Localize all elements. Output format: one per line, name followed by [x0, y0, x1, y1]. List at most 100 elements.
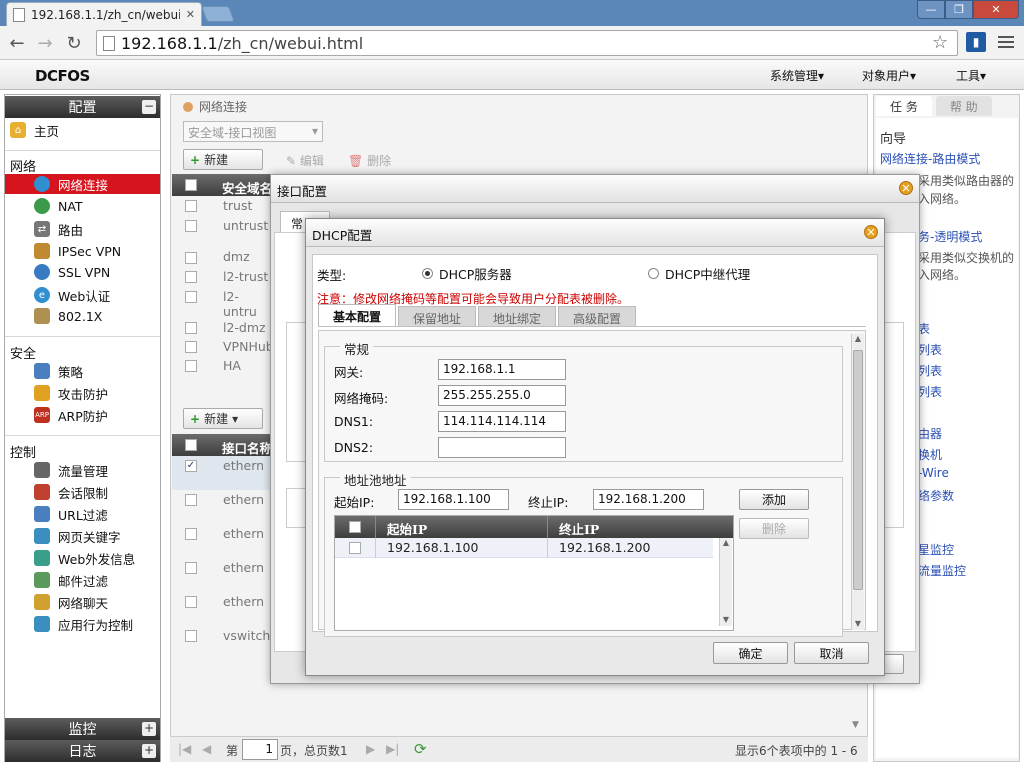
dns1-input[interactable]: 114.114.114.114 [438, 411, 566, 432]
end-ip-input[interactable]: 192.168.1.200 [593, 489, 704, 510]
task-link[interactable]: 列表 [918, 383, 942, 400]
start-ip-input[interactable]: 192.168.1.100 [398, 489, 509, 510]
close-icon[interactable]: ✕ [186, 8, 195, 21]
page-input[interactable]: 1 [242, 739, 278, 760]
dns2-input[interactable] [438, 437, 566, 458]
sidebar-item-home[interactable]: ⌂ 主页 [10, 120, 134, 140]
prev-page-icon[interactable]: ◀ [202, 742, 211, 756]
sidebar-item-route[interactable]: ⇄ 路由 [34, 219, 158, 239]
tab-advanced-config[interactable]: 高级配置 [558, 306, 637, 326]
collapse-icon[interactable]: − [142, 100, 156, 114]
table-row[interactable]: HA [223, 358, 241, 373]
row-checkbox[interactable] [185, 630, 197, 642]
tab-task[interactable]: 任 务 [876, 96, 932, 116]
sidebar-item-nat[interactable]: NAT [34, 196, 158, 216]
sidebar-monitor-header[interactable]: 监控 + [5, 718, 160, 740]
address-bar[interactable]: 192.168.1.1/zh_cn/webui.html [96, 30, 958, 56]
menu-objects-users[interactable]: 对象用户▾ [862, 67, 916, 84]
sidebar-item-8021x[interactable]: 802.1X [34, 306, 158, 326]
browser-menu-icon[interactable] [998, 34, 1014, 50]
table-row[interactable]: 192.168.1.100 192.168.1.200 [335, 538, 713, 558]
menu-system-admin[interactable]: 系统管理▾ [770, 67, 824, 84]
tab-address-binding[interactable]: 地址绑定 [478, 306, 557, 326]
table-row[interactable]: ethern [223, 492, 264, 507]
reload-icon[interactable]: ↻ [63, 32, 85, 54]
sidebar-item-ipsec-vpn[interactable]: IPSec VPN [34, 241, 158, 261]
window-close-button[interactable]: ✕ [973, 0, 1019, 19]
sidebar-item-web-auth[interactable]: e Web认证 [34, 285, 158, 305]
task-link[interactable]: 络参数 [918, 487, 954, 504]
table-row[interactable]: trust [223, 198, 252, 213]
table-row[interactable]: VPNHub [223, 339, 274, 354]
new-tab-button[interactable] [201, 6, 235, 22]
radio-unselected[interactable] [648, 268, 659, 279]
task-link[interactable]: 由器 [918, 425, 942, 442]
close-icon[interactable]: ✕ [899, 181, 913, 195]
sidebar-item-network-connection[interactable]: 网络连接 [5, 174, 160, 194]
row-checkbox[interactable] [349, 542, 361, 554]
table-row[interactable]: ethern [223, 526, 264, 541]
link-transparent-mode[interactable]: 务-透明模式 [918, 228, 982, 245]
menu-tools[interactable]: 工具▾ [956, 67, 986, 84]
pool-table-scrollbar[interactable]: ▲ ▼ [719, 538, 732, 626]
link-route-mode[interactable]: 网络连接-路由模式 [880, 150, 980, 167]
radio-dhcp-server[interactable]: DHCP服务器 [422, 264, 512, 283]
back-arrow-icon[interactable]: ← [6, 32, 28, 54]
tab-reserved-address[interactable]: 保留地址 [398, 306, 477, 326]
sidebar-item-policy[interactable]: 策略 [34, 361, 158, 381]
add-button[interactable]: 添加 [739, 489, 809, 510]
sidebar-item-session-limit[interactable]: 会话限制 [34, 482, 158, 502]
table-row[interactable]: ethern [223, 594, 264, 609]
radio-dhcp-relay[interactable]: DHCP中继代理 [648, 264, 750, 283]
table-row[interactable]: l2-untru [223, 289, 272, 319]
refresh-icon[interactable]: ⟳ [414, 740, 427, 758]
sidebar-item-web-outbound[interactable]: Web外发信息 [34, 548, 158, 568]
task-link[interactable]: 列表 [918, 362, 942, 379]
sidebar-item-web-keyword[interactable]: 网页关键字 [34, 526, 158, 546]
gateway-input[interactable]: 192.168.1.1 [438, 359, 566, 380]
radio-selected[interactable] [422, 268, 433, 279]
sidebar-item-traffic-mgmt[interactable]: 流量管理 [34, 460, 158, 480]
select-all-checkbox[interactable] [349, 521, 361, 533]
sidebar-item-mail-filter[interactable]: 邮件过滤 [34, 570, 158, 590]
netmask-input[interactable]: 255.255.255.0 [438, 385, 566, 406]
table-row[interactable]: untrust [223, 218, 268, 233]
sidebar-item-arp-defense[interactable]: ARP ARP防护 [34, 405, 158, 425]
select-all-checkbox[interactable] [185, 179, 197, 191]
table-row[interactable]: vswitch [223, 628, 270, 643]
select-all-checkbox[interactable] [185, 439, 197, 451]
table-row[interactable]: dmz [223, 249, 250, 264]
scroll-thumb[interactable] [853, 350, 863, 590]
sidebar-log-header[interactable]: 日志 + [5, 740, 160, 762]
sidebar-item-app-behavior[interactable]: 应用行为控制 [34, 614, 158, 634]
ok-button[interactable]: 确定 [713, 642, 788, 664]
dhcp-scrollbar[interactable]: ▲ ▼ [851, 334, 864, 630]
table-row[interactable]: l2-dmz [223, 320, 266, 335]
scroll-down-icon[interactable]: ▼ [720, 615, 732, 624]
task-link[interactable]: 列表 [918, 341, 942, 358]
row-checkbox[interactable] [185, 596, 197, 608]
row-checkbox[interactable] [185, 562, 197, 574]
expand-icon[interactable]: + [142, 722, 156, 736]
browser-tab[interactable]: 192.168.1.1/zh_cn/webui.h ✕ [6, 2, 202, 26]
last-page-icon[interactable]: ▶| [386, 742, 399, 756]
view-select[interactable]: 安全域-接口视图 ▾ [183, 121, 323, 142]
sidebar-item-ssl-vpn[interactable]: SSL VPN [34, 262, 158, 282]
cancel-button[interactable]: 取消 [794, 642, 869, 664]
row-checkbox[interactable] [185, 341, 197, 353]
row-checkbox[interactable] [185, 252, 197, 264]
row-checkbox[interactable] [185, 271, 197, 283]
scroll-up-icon[interactable]: ▲ [720, 538, 732, 547]
row-checkbox[interactable] [185, 200, 197, 212]
row-checkbox[interactable] [185, 322, 197, 334]
scroll-up-icon[interactable]: ▲ [852, 334, 864, 343]
close-icon[interactable]: ✕ [864, 225, 878, 239]
table-row[interactable]: ethern [223, 458, 264, 473]
bookmark-star-icon[interactable]: ☆ [932, 32, 948, 53]
tab-help[interactable]: 帮 助 [935, 96, 992, 116]
sidebar-item-network-chat[interactable]: 网络聊天 [34, 592, 158, 612]
scroll-down-icon[interactable]: ▼ [852, 720, 859, 730]
task-link[interactable]: -Wire [918, 466, 949, 480]
sidebar-item-attack-defense[interactable]: 攻击防护 [34, 383, 158, 403]
table-row[interactable]: ethern [223, 560, 264, 575]
